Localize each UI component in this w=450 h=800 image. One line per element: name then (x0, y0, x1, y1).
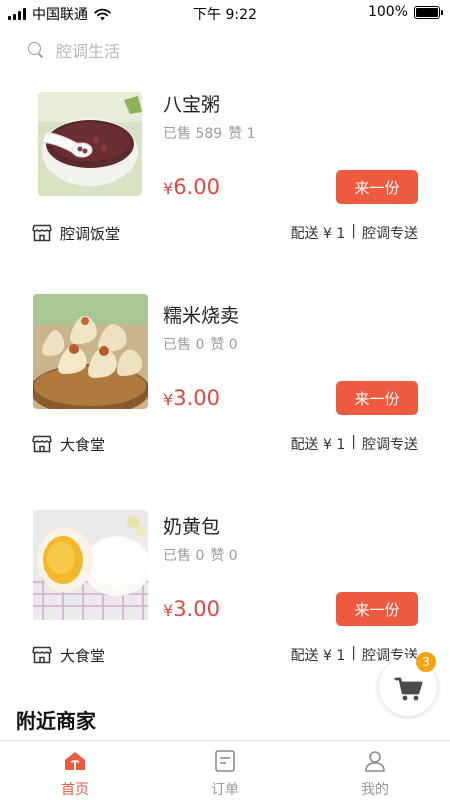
delivery-info: 配送 ¥ 1 | 腔调专送 (291, 434, 418, 454)
shop-icon (32, 224, 52, 242)
order-button[interactable]: 来一份 (336, 592, 418, 626)
search-icon (28, 42, 44, 58)
cart-count-badge: 3 (416, 652, 436, 672)
tab-bar: 首页 订单 我的 (0, 740, 450, 800)
item-image[interactable] (38, 92, 142, 196)
like-count: 赞 0 (210, 548, 238, 564)
item-price: ¥3.00 (163, 386, 220, 410)
shop-row[interactable]: 大食堂 配送 ¥ 1 | 腔调专送 (32, 643, 418, 667)
shop-icon (32, 435, 52, 453)
delivery-divider: | (351, 434, 356, 450)
item-title: 奶黄包 (163, 516, 221, 538)
search-bar[interactable]: 腔调生活 (28, 38, 120, 62)
shop-name: 腔调饭堂 (60, 224, 121, 243)
price-value: 3.00 (173, 597, 220, 621)
tab-orders[interactable]: 订单 (150, 741, 300, 800)
status-right: 100% (367, 4, 443, 20)
order-icon (215, 750, 235, 772)
item-price: ¥3.00 (163, 597, 220, 621)
tab-profile[interactable]: 我的 (300, 741, 450, 800)
item-image[interactable] (33, 294, 148, 409)
price-value: 3.00 (173, 386, 220, 410)
item-stats: 已售 589 赞 1 (163, 123, 256, 143)
tab-home[interactable]: 首页 (0, 741, 150, 800)
like-count: 赞 0 (210, 337, 238, 353)
shop-row[interactable]: 腔调饭堂 配送 ¥ 1 | 腔调专送 (32, 221, 418, 245)
order-button[interactable]: 来一份 (336, 381, 418, 415)
search-input[interactable]: 腔调生活 (56, 38, 120, 62)
list-item[interactable]: 糯米烧卖 已售 0 赞 0 ¥3.00 来一份 大食堂 配送 ¥ 1 | 腔调专… (0, 294, 450, 508)
delivery-fee: 配送 ¥ 1 (290, 437, 346, 453)
tab-label: 订单 (211, 782, 239, 798)
item-title: 糯米烧卖 (163, 305, 240, 327)
delivery-divider: | (351, 645, 356, 661)
delivery-divider: | (351, 223, 356, 239)
section-title: 附近商家 (16, 709, 96, 733)
like-count: 赞 1 (228, 126, 256, 142)
currency-symbol: ¥ (163, 179, 174, 198)
item-stats: 已售 0 赞 0 (163, 334, 238, 354)
battery-percent: 100% (367, 4, 408, 20)
delivery-fee: 配送 ¥ 1 (290, 648, 346, 664)
delivery-fee: 配送 ¥ 1 (290, 226, 346, 242)
item-image[interactable] (33, 510, 148, 625)
tab-label: 首页 (61, 782, 89, 798)
shop-row[interactable]: 大食堂 配送 ¥ 1 | 腔调专送 (32, 432, 418, 456)
currency-symbol: ¥ (163, 390, 174, 409)
status-bar: 中国联通 下午 9:22 100% (0, 0, 450, 24)
home-icon (65, 752, 85, 770)
sold-count: 已售 0 (163, 548, 205, 564)
delivery-info: 配送 ¥ 1 | 腔调专送 (291, 223, 418, 243)
order-button[interactable]: 来一份 (336, 170, 418, 204)
delivery-method: 腔调专送 (362, 437, 418, 453)
sold-count: 已售 0 (163, 337, 205, 353)
profile-icon (365, 751, 385, 772)
battery-icon (414, 5, 443, 19)
delivery-method: 腔调专送 (362, 226, 418, 242)
sold-count: 已售 589 (163, 126, 223, 142)
item-title: 八宝粥 (163, 94, 221, 116)
currency-symbol: ¥ (163, 601, 174, 620)
price-value: 6.00 (173, 175, 220, 199)
tab-label: 我的 (361, 782, 389, 798)
shop-name: 大食堂 (60, 435, 106, 454)
shop-name: 大食堂 (60, 646, 106, 665)
item-price: ¥6.00 (163, 175, 220, 199)
shop-icon (32, 646, 52, 664)
item-stats: 已售 0 赞 0 (163, 545, 238, 565)
list-item[interactable]: 八宝粥 已售 589 赞 1 ¥6.00 来一份 腔调饭堂 配送 ¥ 1 | 腔… (0, 86, 450, 297)
